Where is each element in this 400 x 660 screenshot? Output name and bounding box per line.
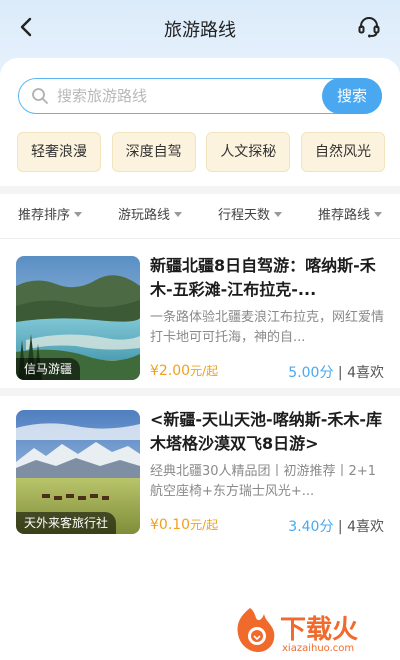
route-score: 3.40分	[288, 519, 334, 535]
category-tags: 轻奢浪漫 深度自驾 人文探秘 自然风光	[17, 132, 385, 172]
tag-self-drive[interactable]: 深度自驾	[111, 132, 196, 172]
filter-recommended[interactable]: 推荐路线	[300, 196, 400, 236]
nav-bar: 旅游路线	[0, 0, 400, 56]
caret-down-icon	[274, 212, 282, 217]
card-separator	[0, 388, 400, 396]
tag-luxury-romance[interactable]: 轻奢浪漫	[17, 132, 101, 172]
caret-down-icon	[374, 212, 382, 217]
filter-bar: 推荐排序 游玩路线 行程天数 推荐路线	[0, 196, 400, 236]
search-input[interactable]	[57, 84, 297, 108]
tag-culture[interactable]: 人文探秘	[206, 132, 291, 172]
search-bar: 搜索	[18, 77, 382, 114]
caret-down-icon	[174, 212, 182, 217]
filter-label: 推荐路线	[317, 208, 370, 223]
route-title: <新疆-天山天池-喀纳斯-禾木-库木塔格沙漠双飞8日游>	[150, 410, 382, 453]
agency-badge: 天外来客旅行社	[16, 512, 117, 534]
route-description: 一条路体验北疆麦浪江布拉克，网红爱情打卡地可可托海，神的自...	[150, 310, 385, 345]
site-watermark: 下载火 xiazaihuo.com	[230, 604, 390, 654]
agency-badge: 信马游疆	[16, 358, 81, 380]
headset-icon[interactable]	[356, 14, 382, 40]
filter-route[interactable]: 游玩路线	[100, 196, 200, 236]
route-likes: 4喜欢	[347, 365, 384, 381]
route-card[interactable]: 天外来客旅行社 <新疆-天山天池-喀纳斯-禾木-库木塔格沙漠双飞8日游> 经典北…	[0, 396, 400, 546]
price-value: ¥2.00	[150, 363, 191, 379]
route-meta: 3.40分 | 4喜欢	[288, 519, 384, 535]
route-description: 经典北疆30人精品团丨初游推荐丨2+1航空座椅+东方瑞士风光+...	[150, 464, 376, 499]
section-divider	[0, 186, 400, 194]
tag-nature[interactable]: 自然风光	[300, 132, 385, 172]
page-title: 旅游路线	[164, 20, 236, 41]
route-price: ¥0.10元/起	[150, 516, 218, 533]
route-thumbnail: 天外来客旅行社	[16, 410, 140, 534]
watermark-subtext: xiazaihuo.com	[282, 643, 354, 654]
route-price: ¥2.00元/起	[150, 362, 218, 379]
filter-label: 游玩路线	[117, 208, 170, 223]
watermark-text: 下载火	[280, 615, 358, 645]
filter-label: 推荐排序	[17, 208, 70, 223]
route-thumbnail: 信马游疆	[16, 256, 140, 380]
filter-days[interactable]: 行程天数	[200, 196, 300, 236]
caret-down-icon	[74, 212, 82, 217]
route-meta: 5.00分 | 4喜欢	[288, 365, 384, 381]
route-title: 新疆北疆8日自驾游：喀纳斯-禾木-五彩滩-江布拉克-...	[150, 256, 376, 299]
filter-sort[interactable]: 推荐排序	[0, 196, 100, 236]
divider	[0, 238, 400, 239]
search-icon	[31, 87, 49, 105]
route-card[interactable]: 信马游疆 新疆北疆8日自驾游：喀纳斯-禾木-五彩滩-江布拉克-... 一条路体验…	[0, 242, 400, 392]
search-button[interactable]: 搜索	[322, 77, 382, 114]
price-unit: 元/起	[190, 364, 219, 378]
filter-label: 行程天数	[217, 208, 270, 223]
route-score: 5.00分	[288, 365, 334, 381]
price-value: ¥0.10	[150, 517, 191, 533]
price-unit: 元/起	[190, 518, 219, 532]
route-likes: 4喜欢	[347, 519, 384, 535]
